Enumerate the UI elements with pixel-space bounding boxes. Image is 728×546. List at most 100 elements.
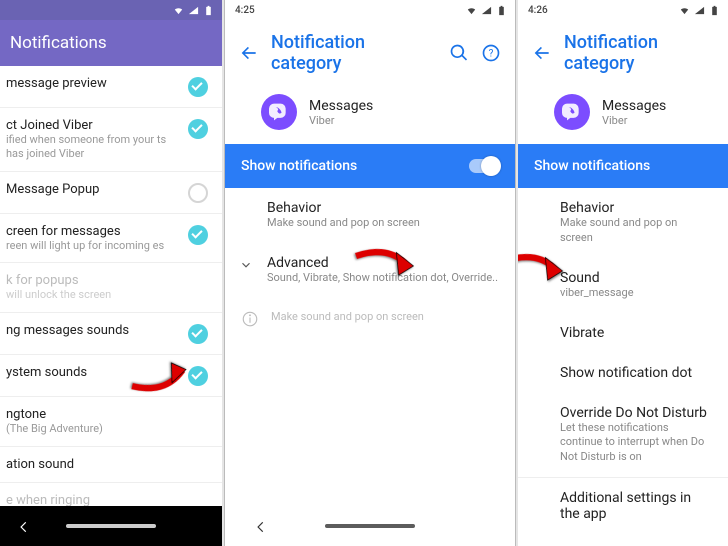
checkbox-checked-icon[interactable] (188, 225, 208, 245)
row-title: Sound (560, 270, 712, 286)
wifi-icon (173, 5, 184, 16)
row-sub: Make sound and pop on screen (267, 216, 499, 231)
row-title: Behavior (560, 200, 712, 216)
pref-sub: reen will light up for incoming es (6, 239, 180, 253)
override-dnd-row[interactable]: Override Do Not Disturb Let these notifi… (518, 393, 728, 478)
screenshot-notif-category-expanded: 4:26 Notification category Messages Vibe… (518, 0, 728, 546)
row-title: Additional settings in the app (560, 490, 712, 522)
pref-unlock-popups: k for popups will unlock the screen (0, 263, 222, 313)
pref-outgoing-sounds[interactable]: ng messages sounds (0, 313, 222, 355)
pref-light-screen[interactable]: creen for messages reen will light up fo… (0, 214, 222, 264)
pref-contact-joined[interactable]: ct Joined Viber ified when someone from … (0, 108, 222, 172)
toggle-on-icon[interactable] (469, 159, 499, 173)
settings-header: Notification category (518, 20, 728, 86)
settings-header: Notification category ? (225, 20, 515, 86)
pref-ringtone[interactable]: ngtone (The Big Adventure) (0, 397, 222, 447)
info-hint-row: Make sound and pop on screen (225, 298, 515, 340)
header-title: Notification category (564, 32, 714, 74)
pref-title: k for popups (6, 273, 208, 288)
row-sub: Make sound and pop on screen (560, 216, 712, 246)
viber-app-icon (261, 94, 297, 130)
svg-text:?: ? (489, 48, 494, 59)
android-navbar (0, 506, 222, 546)
signal-icon (188, 5, 199, 16)
row-sub: Sound, Vibrate, Show notification dot, O… (267, 271, 499, 286)
status-bar: 4:25 (225, 0, 515, 20)
pref-notification-sound[interactable]: ation sound (0, 447, 222, 483)
info-hint-row: Make sound and pop on screen (518, 534, 728, 546)
show-notifications-row[interactable]: Show notifications (518, 144, 728, 188)
nav-back-icon[interactable] (254, 519, 268, 533)
signal-icon (481, 5, 492, 16)
app-publisher: Viber (602, 114, 666, 127)
nav-home-pill[interactable] (325, 524, 415, 528)
pref-title: ct Joined Viber (6, 118, 180, 133)
checkbox-checked-icon[interactable] (188, 324, 208, 344)
chevron-down-icon (239, 257, 253, 271)
pref-title: creen for messages (6, 224, 180, 239)
pref-title: ystem sounds (6, 365, 180, 380)
checkbox-checked-icon[interactable] (188, 366, 208, 386)
row-title: Behavior (267, 200, 499, 216)
pref-sub: (The Big Adventure) (6, 422, 208, 436)
screenshot-notif-category-collapsed: 4:25 Notification category ? Messages Vi… (224, 0, 516, 546)
status-time: 4:25 (233, 5, 255, 16)
app-identity-row[interactable]: Messages Viber (518, 86, 728, 144)
show-notifications-label: Show notifications (534, 158, 650, 174)
screenshot-viber-settings: Notifications message preview ct Joined … (0, 0, 222, 546)
appbar-title: Notifications (10, 33, 107, 53)
pref-title: ation sound (6, 457, 208, 472)
notification-dot-row[interactable]: Show notification dot (518, 353, 728, 393)
app-identity-row[interactable]: Messages Viber (225, 86, 515, 144)
info-icon (241, 310, 259, 328)
additional-settings-row[interactable]: Additional settings in the app (518, 477, 728, 534)
sound-row[interactable]: Sound viber_message (518, 258, 728, 313)
row-title: Show notification dot (560, 365, 712, 381)
wifi-icon (466, 5, 477, 16)
checkbox-checked-icon[interactable] (188, 77, 208, 97)
info-text: Make sound and pop on screen (271, 310, 424, 328)
vibrate-row[interactable]: Vibrate (518, 313, 728, 353)
viber-appbar: Notifications (0, 20, 222, 66)
row-title: Vibrate (560, 325, 712, 341)
advanced-row[interactable]: Advanced Sound, Vibrate, Show notificati… (225, 243, 515, 298)
checkbox-unchecked-icon[interactable] (188, 183, 208, 203)
app-name: Messages (602, 98, 666, 114)
app-name: Messages (309, 98, 373, 114)
pref-sub: ified when someone from your ts has join… (6, 133, 180, 161)
row-sub: viber_message (560, 286, 712, 301)
behavior-row[interactable]: Behavior Make sound and pop on screen (518, 188, 728, 258)
search-icon[interactable] (449, 43, 469, 63)
row-title: Override Do Not Disturb (560, 405, 712, 421)
pref-title: message preview (6, 76, 180, 91)
pref-message-popup[interactable]: Message Popup (0, 172, 222, 214)
behavior-row[interactable]: Behavior Make sound and pop on screen (225, 188, 515, 243)
show-notifications-label: Show notifications (241, 158, 357, 174)
row-sub: Let these notifications continue to inte… (560, 421, 712, 466)
nav-back-icon[interactable] (17, 519, 31, 533)
android-navbar (225, 506, 515, 546)
pref-message-preview[interactable]: message preview (0, 66, 222, 108)
battery-icon (203, 5, 214, 16)
header-title: Notification category (271, 32, 437, 74)
battery-icon (709, 5, 720, 16)
pref-title: ngtone (6, 407, 208, 422)
signal-icon (694, 5, 705, 16)
app-publisher: Viber (309, 114, 373, 127)
status-bar (0, 0, 222, 20)
row-title: Advanced (267, 255, 499, 271)
viber-app-icon (554, 94, 590, 130)
wifi-icon (679, 5, 690, 16)
battery-icon (496, 5, 507, 16)
back-arrow-icon[interactable] (239, 43, 259, 63)
pref-system-sounds[interactable]: ystem sounds (0, 355, 222, 397)
pref-title: Message Popup (6, 182, 180, 197)
help-icon[interactable]: ? (481, 43, 501, 63)
checkbox-checked-icon[interactable] (188, 119, 208, 139)
pref-title: ng messages sounds (6, 323, 180, 338)
nav-home-pill[interactable] (66, 524, 156, 528)
status-bar: 4:26 (518, 0, 728, 20)
back-arrow-icon[interactable] (532, 43, 552, 63)
status-time: 4:26 (526, 5, 548, 16)
show-notifications-row[interactable]: Show notifications (225, 144, 515, 188)
